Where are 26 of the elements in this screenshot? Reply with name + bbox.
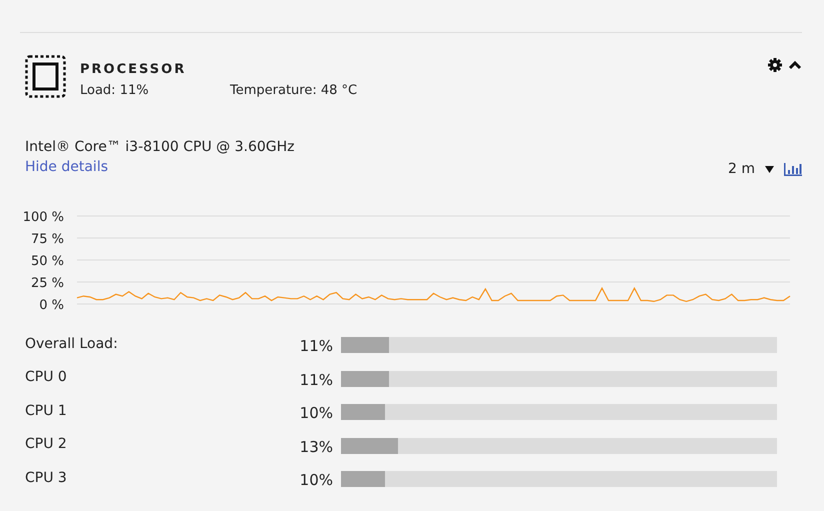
row-label: CPU 0	[25, 368, 68, 388]
collapse-icon[interactable]	[788, 60, 802, 70]
row-label: CPU 1	[25, 402, 68, 421]
section-title: PROCESSOR	[80, 62, 188, 77]
percent-value: 13%	[298, 436, 333, 458]
cpu-name: Intel® Core™ i3-8100 CPU @ 3.60GHz	[25, 138, 296, 156]
row-label: CPU 2	[25, 435, 68, 454]
axis-label: 50 %	[30, 254, 64, 268]
axis-label: 0 %	[39, 298, 64, 310]
range-selector[interactable]: 2 m	[728, 158, 755, 180]
row-label: CPU 3	[25, 468, 68, 488]
axis-label: 100 %	[22, 210, 64, 224]
settings-icon[interactable]	[768, 58, 782, 72]
axis-label: 25 %	[30, 276, 64, 290]
temperature-text: Temperature: 48 °C	[230, 83, 358, 98]
details-link[interactable]: Hide details	[25, 158, 108, 174]
dropdown-icon[interactable]	[765, 166, 774, 172]
percent-value: 11%	[298, 336, 333, 357]
percent-value: 10%	[298, 403, 333, 424]
chip-icon	[25, 55, 66, 98]
bar-chart-icon[interactable]	[784, 162, 802, 176]
row-label: Overall Load:	[25, 334, 119, 354]
axis-label: 75 %	[30, 232, 64, 246]
load-text: Load: 11%	[80, 82, 150, 100]
percent-value: 10%	[298, 470, 333, 491]
percent-value: 11%	[298, 370, 333, 390]
